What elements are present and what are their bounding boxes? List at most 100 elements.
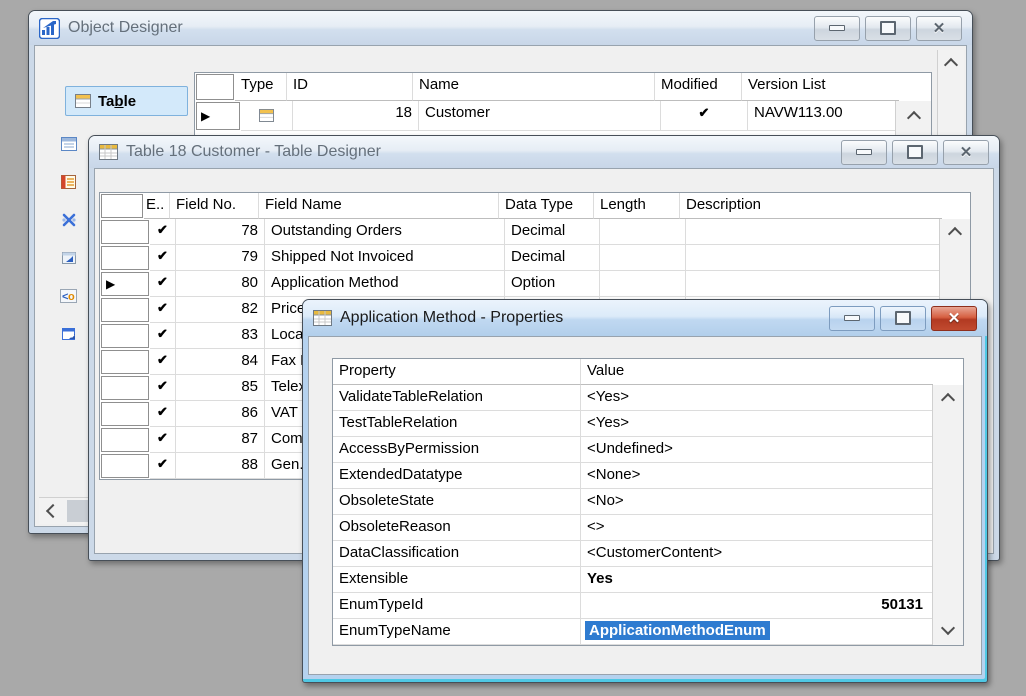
property-row-accessbypermission[interactable]: AccessByPermission <Undefined> [333, 437, 963, 463]
property-name-cell[interactable]: ObsoleteReason [333, 515, 581, 541]
property-name-cell[interactable]: TestTableRelation [333, 411, 581, 437]
field-name-cell[interactable]: Shipped Not Invoiced [265, 245, 505, 271]
type-cell[interactable] [241, 101, 293, 131]
sidebar-item-codeunit[interactable] [57, 208, 81, 232]
length-cell[interactable] [600, 245, 686, 271]
field-no-cell[interactable]: 79 [176, 245, 265, 271]
data-type-cell[interactable]: Option [505, 271, 600, 297]
scroll-up-icon[interactable] [944, 58, 958, 72]
property-row-enumtypeid[interactable]: EnumTypeId 50131 [333, 593, 963, 619]
enabled-cell[interactable]: ✔ [150, 401, 176, 427]
data-type-cell[interactable]: Decimal [505, 245, 600, 271]
property-value-cell[interactable]: <> [581, 515, 933, 541]
field-name-cell[interactable]: Application Method [265, 271, 505, 297]
property-row-enumtypename[interactable]: EnumTypeName ApplicationMethodEnum [333, 619, 963, 645]
sidebar-item-table[interactable]: Table [65, 86, 188, 116]
property-name-cell[interactable]: ExtendedDatatype [333, 463, 581, 489]
property-row-obsoletestate[interactable]: ObsoleteState <No> [333, 489, 963, 515]
field-no-cell[interactable]: 85 [176, 375, 265, 401]
row-selector-cell[interactable] [101, 350, 149, 374]
minimize-button[interactable] [829, 306, 875, 331]
property-row-extendeddatatype[interactable]: ExtendedDatatype <None> [333, 463, 963, 489]
close-button[interactable]: ✕ [931, 306, 977, 331]
close-button[interactable]: ✕ [943, 140, 989, 165]
field-no-cell[interactable]: 87 [176, 427, 265, 453]
enabled-cell[interactable]: ✔ [150, 375, 176, 401]
object-designer-titlebar[interactable]: Object Designer ✕ [29, 11, 972, 45]
property-value-cell[interactable]: <Undefined> [581, 437, 933, 463]
field-no-cell[interactable]: 83 [176, 323, 265, 349]
maximize-button[interactable] [892, 140, 938, 165]
minimize-button[interactable] [841, 140, 887, 165]
property-name-cell[interactable]: ValidateTableRelation [333, 385, 581, 411]
field-row-80-current[interactable]: ▶ ✔ 80 Application Method Option [100, 271, 970, 297]
length-cell[interactable] [600, 219, 686, 245]
property-value-cell[interactable]: <Yes> [581, 411, 933, 437]
property-name-cell[interactable]: AccessByPermission [333, 437, 581, 463]
property-value-cell[interactable]: <Yes> [581, 385, 933, 411]
properties-titlebar[interactable]: Application Method - Properties ✕ [303, 300, 987, 336]
field-no-cell[interactable]: 80 [176, 271, 265, 297]
id-cell[interactable]: 18 [293, 101, 419, 131]
enabled-cell[interactable]: ✔ [150, 271, 176, 297]
row-selector-cell[interactable] [101, 402, 149, 426]
row-selector-cell[interactable]: ▶ [196, 102, 240, 130]
enabled-cell[interactable]: ✔ [150, 427, 176, 453]
property-row-extensible[interactable]: Extensible Yes [333, 567, 963, 593]
description-cell[interactable] [686, 271, 948, 297]
property-name-cell[interactable]: ObsoleteState [333, 489, 581, 515]
row-selector-cell[interactable] [101, 454, 149, 478]
field-row-79[interactable]: ✔ 79 Shipped Not Invoiced Decimal [100, 245, 970, 271]
minimize-button[interactable] [814, 16, 860, 41]
property-name-cell[interactable]: EnumTypeName [333, 619, 581, 645]
scroll-up-icon[interactable] [941, 393, 955, 407]
row-selector-cell[interactable] [101, 246, 149, 270]
table-designer-titlebar[interactable]: Table 18 Customer - Table Designer ✕ [89, 136, 999, 168]
sidebar-item-query[interactable] [57, 246, 81, 270]
property-row-testtablerelation[interactable]: TestTableRelation <Yes> [333, 411, 963, 437]
scroll-left-button[interactable] [39, 498, 67, 524]
field-no-cell[interactable]: 84 [176, 349, 265, 375]
field-name-cell[interactable]: Outstanding Orders [265, 219, 505, 245]
property-row-dataclassification[interactable]: DataClassification <CustomerContent> [333, 541, 963, 567]
enabled-cell[interactable]: ✔ [150, 219, 176, 245]
property-name-cell[interactable]: DataClassification [333, 541, 581, 567]
property-value-cell[interactable]: Yes [581, 567, 933, 593]
row-selector-cell[interactable] [101, 324, 149, 348]
row-selector-cell[interactable] [101, 298, 149, 322]
property-value-cell[interactable]: <No> [581, 489, 933, 515]
row-selector-cell[interactable] [101, 376, 149, 400]
sidebar-item-menusuite[interactable] [57, 322, 81, 346]
property-name-cell[interactable]: Extensible [333, 567, 581, 593]
sidebar-item-xmlport[interactable]: <o [57, 284, 81, 308]
maximize-button[interactable] [880, 306, 926, 331]
maximize-button[interactable] [865, 16, 911, 41]
data-type-cell[interactable]: Decimal [505, 219, 600, 245]
version-list-cell[interactable]: NAVW113.00 [748, 101, 905, 131]
sidebar-item-report[interactable] [57, 170, 81, 194]
enabled-cell[interactable]: ✔ [150, 323, 176, 349]
properties-grid-scrollbar[interactable] [932, 385, 963, 645]
property-value-cell[interactable]: <CustomerContent> [581, 541, 933, 567]
description-cell[interactable] [686, 245, 948, 271]
field-no-cell[interactable]: 86 [176, 401, 265, 427]
enabled-cell[interactable]: ✔ [150, 349, 176, 375]
field-no-cell[interactable]: 88 [176, 453, 265, 479]
enabled-cell[interactable]: ✔ [150, 245, 176, 271]
property-value-cell[interactable]: <None> [581, 463, 933, 489]
property-row-obsoletereason[interactable]: ObsoleteReason <> [333, 515, 963, 541]
scroll-up-icon[interactable] [906, 111, 920, 125]
field-no-cell[interactable]: 78 [176, 219, 265, 245]
sidebar-item-page[interactable] [57, 132, 81, 156]
enabled-cell[interactable]: ✔ [150, 297, 176, 323]
close-button[interactable]: ✕ [916, 16, 962, 41]
description-cell[interactable] [686, 219, 948, 245]
modified-cell[interactable]: ✔ [661, 101, 748, 131]
field-row-78[interactable]: ✔ 78 Outstanding Orders Decimal [100, 219, 970, 245]
field-no-cell[interactable]: 82 [176, 297, 265, 323]
property-value-cell[interactable]: 50131 [581, 593, 933, 619]
length-cell[interactable] [600, 271, 686, 297]
property-row-validatetablerelation[interactable]: ValidateTableRelation <Yes> [333, 385, 963, 411]
row-selector-cell[interactable]: ▶ [101, 272, 149, 296]
object-row-customer[interactable]: ▶ 18 Customer ✔ NAVW113.00 [195, 101, 931, 131]
